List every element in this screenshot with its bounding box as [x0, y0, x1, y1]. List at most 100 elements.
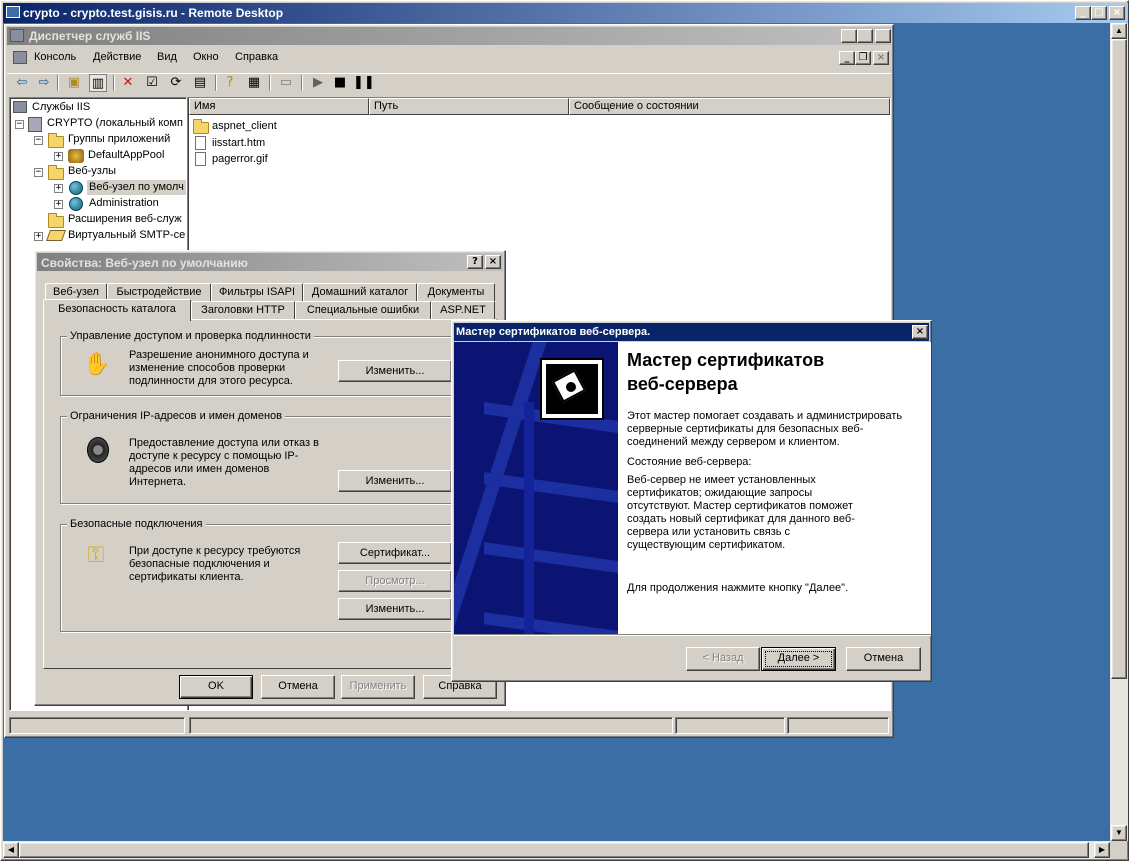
collapse-icon[interactable]: −	[34, 136, 43, 145]
console-icon[interactable]	[13, 51, 27, 64]
pause-icon[interactable]: ❚❚	[353, 74, 375, 92]
vscroll-up-button[interactable]: ▲	[1111, 23, 1127, 39]
properties-icon[interactable]: ☑	[143, 74, 161, 92]
wizard-close-button[interactable]: ×	[912, 325, 928, 339]
server-icon	[28, 117, 42, 132]
rdp-title: crypto - crypto.test.gisis.ru - Remote D…	[23, 6, 284, 20]
menu-window[interactable]: Окно	[193, 49, 219, 65]
view-certificate-button[interactable]: Просмотр...	[338, 570, 452, 592]
iis-close-button[interactable]: ×	[875, 29, 891, 43]
wizard-titlebar[interactable]: Мастер сертификатов веб-сервера. ×	[454, 323, 929, 341]
expand-icon[interactable]: +	[54, 152, 63, 161]
computer-icon[interactable]: ▭	[277, 74, 295, 92]
tree-smtp[interactable]: Виртуальный SMTP-се	[68, 228, 185, 243]
hscroll-left-button[interactable]: ◀	[3, 842, 19, 858]
vscroll-down-button[interactable]: ▼	[1111, 825, 1127, 841]
wizard-back-button[interactable]: < Назад	[686, 647, 760, 671]
properties-close-button[interactable]: ×	[485, 255, 501, 269]
server-certificate-button[interactable]: Сертификат...	[338, 542, 452, 564]
properties-titlebar[interactable]: Свойства: Веб-узел по умолчанию ? ×	[37, 253, 503, 271]
delete-icon[interactable]: ✕	[119, 74, 137, 92]
edit-secure-button[interactable]: Изменить...	[338, 598, 452, 620]
tree-web-extensions[interactable]: Расширения веб-служ	[68, 212, 182, 227]
mmc-icon[interactable]: ▦	[245, 74, 263, 92]
toolbar-separator	[301, 75, 303, 91]
iis-minimize-button[interactable]: _	[841, 29, 857, 43]
refresh-icon[interactable]: ⟳	[167, 74, 185, 92]
expand-icon[interactable]: +	[54, 200, 63, 209]
website-globe-icon	[69, 181, 83, 195]
iis-maximize-button[interactable]: □	[857, 29, 873, 43]
child-close-button[interactable]: ×	[873, 51, 889, 65]
group-ip-restrictions-label: Ограничения IP-адресов и имен доменов	[67, 410, 285, 422]
collapse-icon[interactable]: −	[34, 168, 43, 177]
properties-help-button[interactable]: ?	[467, 255, 483, 269]
smtp-icon	[45, 230, 67, 241]
banner-stripe	[484, 542, 618, 574]
tree-app-pools[interactable]: Группы приложений	[68, 132, 170, 147]
folder-icon	[193, 119, 209, 134]
rdp-maximize-button[interactable]: □	[1091, 6, 1107, 20]
column-header-path[interactable]: Путь	[369, 98, 569, 115]
wizard-cancel-button[interactable]: Отмена	[846, 647, 921, 671]
banner-stripe	[484, 612, 618, 634]
rdp-minimize-button[interactable]: _	[1075, 6, 1091, 20]
wizard-side-banner	[454, 342, 618, 634]
cancel-button[interactable]: Отмена	[261, 675, 335, 699]
iis-titlebar[interactable]: Диспетчер служб IIS _ □ ×	[7, 27, 891, 45]
apply-button[interactable]: Применить	[341, 675, 415, 699]
tab-http-headers[interactable]: Заголовки HTTP	[191, 301, 295, 319]
play-icon[interactable]: ▶	[309, 74, 327, 92]
hscroll-right-button[interactable]: ▶	[1094, 842, 1110, 858]
stop-icon[interactable]: ■	[331, 74, 349, 92]
rdp-vscroll[interactable]: ▲ ▼	[1110, 23, 1128, 841]
tree-administration[interactable]: Administration	[89, 196, 159, 211]
rdp-app-icon	[6, 6, 20, 18]
tree-server-crypto[interactable]: CRYPTO (локальный комп	[47, 116, 183, 131]
status-segment	[189, 717, 673, 734]
tab-custom-errors[interactable]: Специальные ошибки	[295, 301, 431, 319]
collapse-icon[interactable]: −	[15, 120, 24, 129]
child-minimize-button[interactable]: _	[839, 51, 855, 65]
access-control-text: Разрешение анонимного доступа и изменени…	[129, 349, 309, 387]
list-item-pagerror[interactable]: pagerror.gif	[212, 152, 268, 167]
tab-directory-security[interactable]: Безопасность каталога	[43, 299, 191, 321]
iis-title: Диспетчер служб IIS	[29, 29, 151, 43]
menu-action[interactable]: Действие	[93, 49, 141, 65]
column-header-name[interactable]: Имя	[189, 98, 369, 115]
wizard-next-button[interactable]: Далее >	[761, 647, 836, 671]
tab-isapi-filters[interactable]: Фильтры ISAPI	[211, 283, 303, 301]
column-header-status[interactable]: Сообщение о состоянии	[569, 98, 890, 115]
expand-icon[interactable]: +	[54, 184, 63, 193]
vscroll-thumb[interactable]	[1111, 39, 1127, 679]
export-list-icon[interactable]: ▤	[191, 74, 209, 92]
menu-console[interactable]: Консоль	[34, 49, 76, 65]
tree-default-app-pool[interactable]: DefaultAppPool	[88, 148, 164, 163]
tab-aspnet[interactable]: ASP.NET	[431, 301, 495, 319]
tree-web-sites[interactable]: Веб-узлы	[68, 164, 116, 179]
rdp-hscroll[interactable]: ◀ ▶	[3, 841, 1110, 859]
show-tree-icon[interactable]: ▥	[89, 74, 107, 92]
edit-ip-button[interactable]: Изменить...	[338, 470, 452, 492]
up-folder-icon[interactable]: ▣	[65, 74, 83, 92]
menu-help[interactable]: Справка	[235, 49, 278, 65]
rdp-close-button[interactable]: ×	[1109, 6, 1125, 20]
list-item-aspnet-client[interactable]: aspnet_client	[212, 119, 277, 134]
ok-button[interactable]: OK	[179, 675, 253, 699]
back-icon[interactable]: ⇦	[13, 74, 31, 92]
tree-iis-services[interactable]: Службы IIS	[32, 100, 90, 115]
menu-view[interactable]: Вид	[157, 49, 177, 65]
tab-home-directory[interactable]: Домашний каталог	[303, 283, 417, 301]
iis-menubar: Консоль Действие Вид Окно Справка _ ❐ ×	[7, 49, 891, 67]
folder-icon	[48, 165, 64, 180]
child-restore-button[interactable]: ❐	[855, 51, 871, 65]
expand-icon[interactable]: +	[34, 232, 43, 241]
hscroll-thumb[interactable]	[19, 842, 1089, 858]
help-icon[interactable]: ?	[221, 74, 239, 92]
tree-default-web-site[interactable]: Веб-узел по умолч	[87, 180, 186, 195]
tab-documents[interactable]: Документы	[417, 283, 495, 301]
forward-icon[interactable]: ⇨	[35, 74, 53, 92]
list-item-iisstart[interactable]: iisstart.htm	[212, 136, 265, 151]
rdp-titlebar[interactable]: crypto - crypto.test.gisis.ru - Remote D…	[3, 3, 1128, 23]
edit-auth-button[interactable]: Изменить...	[338, 360, 452, 382]
